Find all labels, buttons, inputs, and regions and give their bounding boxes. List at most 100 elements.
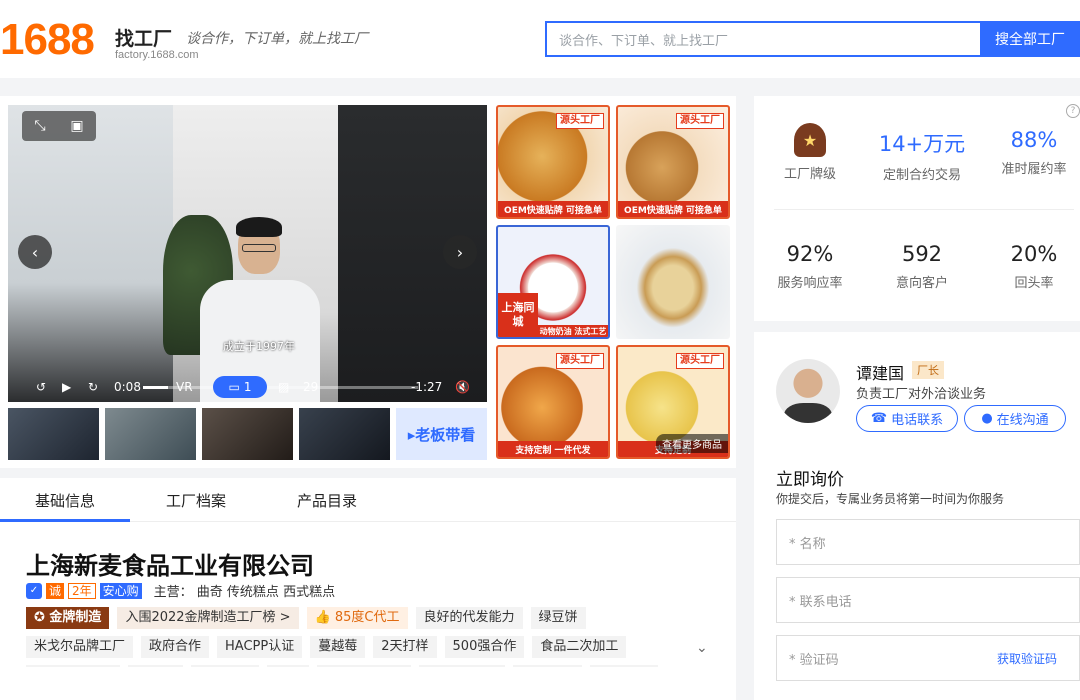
chat-button[interactable]: ● 在线沟通	[964, 405, 1066, 432]
video-caption: 成立于1997年	[223, 340, 295, 353]
stat-factory-level: ★ 工厂牌级	[755, 123, 865, 182]
gold-manufacturing-chip: ✪ 金牌制造	[26, 607, 110, 629]
video-controls: ↺ ▶ ↻ 0:08 VR ▭ 1 ▨ 29 -1:27 🔇	[8, 373, 487, 402]
contact-name: 谭建国	[856, 364, 905, 383]
prev-arrow-icon[interactable]: ‹	[18, 235, 52, 269]
search-input[interactable]: 谈合作、下订单、就上找工厂	[545, 21, 980, 57]
shield-icon: ✓	[26, 582, 42, 599]
video-tools: ⤡ ▣	[22, 111, 96, 141]
product-tag: 源头工厂	[556, 113, 604, 129]
product-card[interactable]: 源头工厂 支持定制 一件代发	[496, 345, 610, 459]
safe-buy-badge: 安心购	[99, 582, 142, 599]
thumbnail-strip: ▸老板带看	[8, 408, 487, 460]
stat-ontime-rate: 88% 准时履约率	[1001, 128, 1067, 177]
product-tag: 源头工厂	[676, 113, 724, 129]
tag-chip: 政府合作	[141, 636, 210, 658]
photo-icon[interactable]: ▨	[278, 380, 289, 394]
play-icon[interactable]: ▶	[62, 380, 71, 394]
phone-field[interactable]: * 联系电话	[776, 577, 1080, 623]
tag-chip: CCC认证	[513, 665, 583, 667]
product-strip: OEM快速贴牌 可接急单	[618, 201, 728, 217]
search-button[interactable]: 搜全部工厂	[980, 21, 1080, 57]
current-time: 0:08	[114, 380, 141, 394]
help-icon[interactable]: ?	[1066, 104, 1080, 118]
tag-chip: 可开专票	[590, 665, 659, 667]
search-placeholder: 谈合作、下订单、就上找工厂	[559, 33, 729, 49]
divider	[774, 209, 1074, 210]
tag-chip: 食品原料加工	[26, 665, 121, 667]
stat-response-rate: 92% 服务响应率	[777, 242, 843, 291]
tag-chip: 绿豆饼	[530, 607, 586, 629]
stat-contract-trade: 14+万元 定制合约交易	[878, 132, 966, 183]
tag-chip: 蔓越莓	[310, 636, 366, 658]
stat-repeat-rate: 20% 回头率	[1010, 242, 1058, 291]
code-field[interactable]: * 验证码 获取验证码	[776, 635, 1080, 681]
thumb-up-icon: 👍	[314, 610, 331, 625]
product-card[interactable]	[616, 225, 730, 339]
rank-chip[interactable]: 入围2022金牌制造工厂榜 >	[117, 607, 299, 629]
tag-chip: 清加工	[128, 665, 184, 667]
call-button[interactable]: ☎ 电话联系	[856, 405, 958, 432]
video-count: 1	[243, 380, 252, 394]
video-icon: ▭	[228, 380, 240, 394]
tag-chip: 来图加工	[191, 665, 260, 667]
product-strip: 动物奶油 法式工艺	[538, 325, 608, 337]
product-card[interactable]: 源头工厂 OEM快速贴牌 可接急单	[496, 105, 610, 219]
tab-factory-profile[interactable]: 工厂档案	[166, 490, 226, 511]
tag-chip: 米戈尔品牌工厂	[26, 636, 134, 658]
fullscreen-icon[interactable]: ⤡	[34, 118, 45, 134]
get-code-link[interactable]: 获取验证码	[997, 650, 1057, 667]
photo-count: 29	[303, 380, 319, 394]
inquiry-desc: 你提交后，专属业务员将第一时间为你服务	[776, 492, 1005, 506]
forward-15-icon[interactable]: ↻	[88, 380, 98, 394]
boss-tour-button[interactable]: ▸老板带看	[396, 408, 487, 460]
video-count-pill[interactable]: ▭ 1	[213, 376, 267, 398]
media-panel: 成立于1997年 ⤡ ▣ ‹ › ↺ ▶ ↻ 0:08 VR ▭ 1 ▨ 29 …	[0, 96, 736, 468]
inquiry-title: 立即询价	[776, 470, 844, 490]
chevron-down-icon[interactable]: ⌄	[696, 640, 708, 656]
tag-chip: 500强合作	[444, 636, 525, 658]
cheng-badge: 诚	[46, 582, 65, 599]
oem-chip: 👍 85度C代工	[306, 607, 408, 629]
thumbnail[interactable]	[105, 408, 196, 460]
stats-panel: ? ★ 工厂牌级 14+万元 定制合约交易 88% 准时履约率 92% 服务响应…	[754, 96, 1080, 321]
logo[interactable]: 1688	[0, 18, 95, 62]
product-tag: 源头工厂	[556, 353, 604, 369]
product-card[interactable]: 上海同城 动物奶油 法式工艺	[496, 225, 610, 339]
product-tag: 源头工厂	[676, 353, 724, 369]
gold-medal-icon: ★	[794, 123, 826, 157]
header: 1688 找工厂 谈合作，下订单，就上找工厂 factory.1688.com …	[0, 0, 1080, 78]
brand-domain: factory.1688.com	[115, 49, 199, 61]
brand-slogan: 谈合作，下订单，就上找工厂	[186, 31, 368, 47]
tag-chip: 零食	[267, 665, 310, 667]
brand-title[interactable]: 找工厂	[115, 24, 172, 51]
avatar	[776, 359, 840, 423]
thumbnail[interactable]	[8, 408, 99, 460]
tag-chip: 支持外贸订单	[317, 665, 412, 667]
vr-label[interactable]: VR	[176, 380, 193, 394]
tab-product-catalog[interactable]: 产品目录	[297, 490, 357, 511]
tag-chip: 食品二次加工	[532, 636, 627, 658]
tag-chip: 良好的代发能力	[415, 607, 523, 629]
thumbnail[interactable]	[202, 408, 293, 460]
phone-icon: ☎	[870, 411, 888, 426]
tag-chip: 2天打样	[373, 636, 437, 658]
company-name: 上海新麦食品工业有限公司	[26, 552, 314, 580]
product-strip: 支持定制 一件代发	[498, 441, 608, 457]
years-badge: 2年	[68, 582, 96, 599]
mute-icon[interactable]: 🔇	[455, 380, 470, 394]
product-card[interactable]: 源头工厂 OEM快速贴牌 可接急单	[616, 105, 730, 219]
contact-desc: 负责工厂对外洽谈业务	[856, 387, 987, 402]
thumbnail[interactable]	[299, 408, 390, 460]
tab-basic-info[interactable]: 基础信息	[35, 490, 95, 511]
contact-role-badge: 厂长	[912, 361, 944, 379]
product-card[interactable]: 源头工厂 支持定制 查看更多商品	[616, 345, 730, 459]
tab-bar: 基础信息 工厂档案 产品目录	[0, 478, 736, 522]
pip-icon[interactable]: ▣	[70, 118, 83, 134]
rewind-15-icon[interactable]: ↺	[36, 380, 46, 394]
next-arrow-icon[interactable]: ›	[443, 235, 477, 269]
name-field[interactable]: * 名称	[776, 519, 1080, 565]
product-corner-label: 上海同城	[498, 293, 538, 337]
more-products-link[interactable]: 查看更多商品	[656, 434, 728, 453]
video-player[interactable]: 成立于1997年 ⤡ ▣ ‹ › ↺ ▶ ↻ 0:08 VR ▭ 1 ▨ 29 …	[8, 105, 487, 402]
